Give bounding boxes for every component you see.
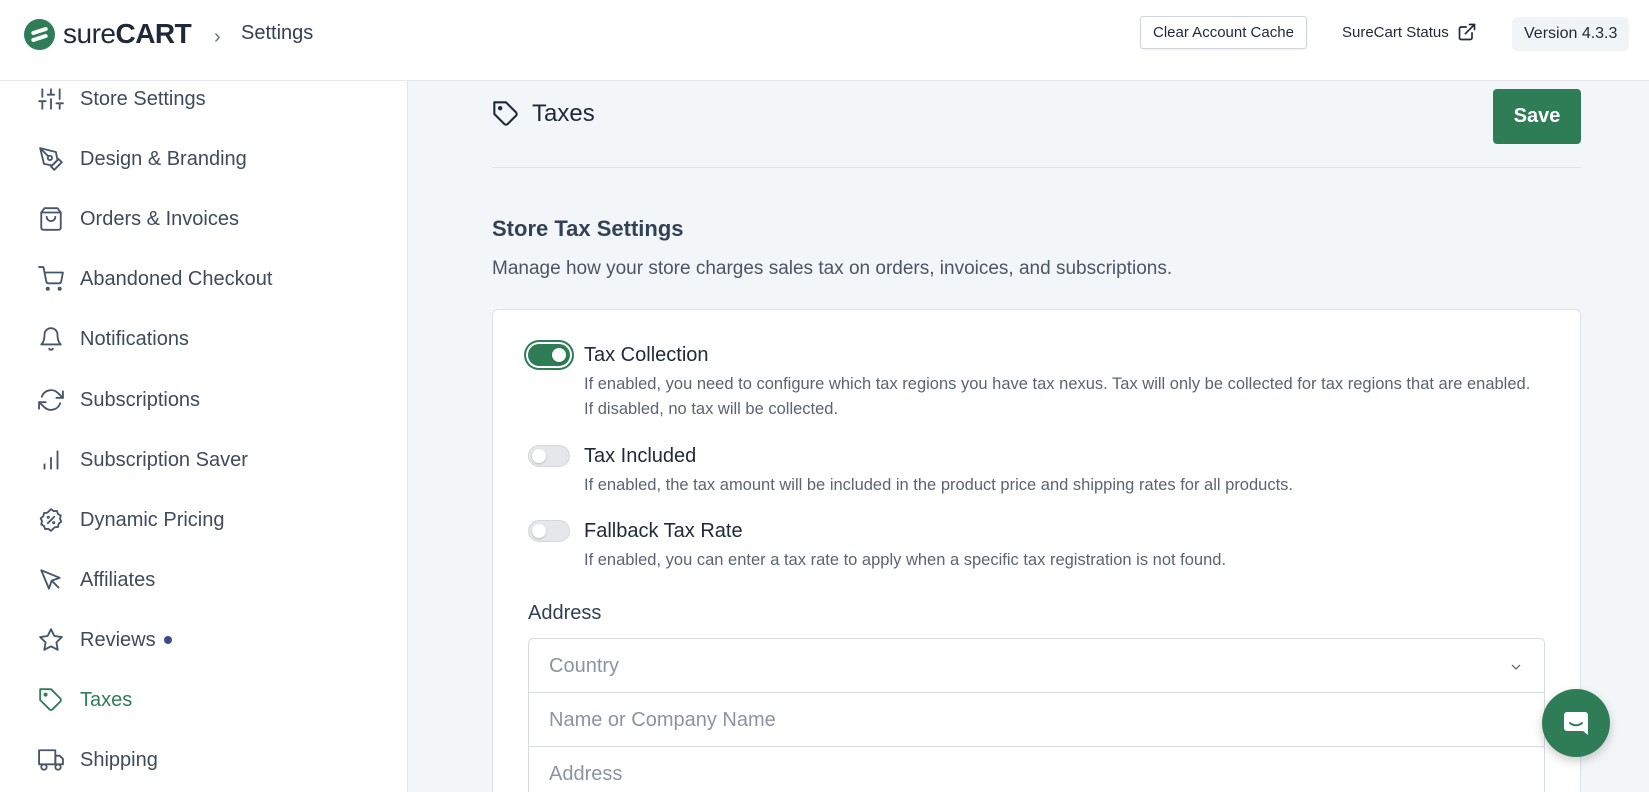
sidebar-item-label: Taxes [80, 688, 133, 711]
address-input[interactable]: Address [529, 747, 1544, 792]
sidebar-item-label: Dynamic Pricing [80, 508, 225, 531]
clear-account-cache-button[interactable]: Clear Account Cache [1140, 16, 1307, 49]
sidebar-item-affiliates[interactable]: Affiliates [38, 565, 155, 595]
setting-title: Tax Included [584, 445, 697, 467]
name-placeholder: Name or Company Name [549, 709, 776, 731]
brand-name: sureCART [63, 18, 192, 49]
shopping-cart-icon [38, 266, 64, 291]
percent-badge-icon [39, 508, 63, 532]
page-title: Taxes [532, 100, 595, 127]
fallback-tax-rate-toggle[interactable] [528, 520, 570, 542]
version-badge: Version 4.3.3 [1512, 17, 1630, 51]
sidebar-item-label: Orders & Invoices [80, 207, 239, 230]
sidebar-item-label: Design & Branding [80, 147, 247, 170]
sidebar-item-notifications[interactable]: Notifications [38, 324, 189, 354]
country-select[interactable]: Country [529, 639, 1544, 693]
star-icon [39, 628, 63, 651]
bell-icon [40, 327, 62, 351]
sidebar-item-label: Shipping [80, 748, 158, 771]
sidebar-item-subscriptions[interactable]: Subscriptions [38, 385, 200, 415]
section-description: Manage how your store charges sales tax … [492, 258, 1173, 279]
tag-icon [493, 101, 518, 126]
country-placeholder: Country [549, 655, 620, 677]
sidebar-item-store-settings[interactable]: Store Settings [38, 84, 206, 114]
sidebar-item-dynamic-pricing[interactable]: Dynamic Pricing [38, 505, 224, 535]
sidebar-item-label: Subscriptions [80, 388, 201, 411]
sidebar-item-label: Reviews [80, 628, 156, 651]
shopping-bag-icon [40, 207, 62, 231]
chat-bubble-icon [1564, 712, 1588, 735]
tag-icon [39, 688, 62, 711]
refresh-icon [38, 389, 64, 411]
name-company-input[interactable]: Name or Company Name [529, 693, 1544, 747]
save-button[interactable]: Save [1493, 89, 1581, 144]
sidebar-item-label: Subscription Saver [80, 448, 248, 471]
surecart-logo-icon [24, 18, 55, 50]
external-link-icon [1458, 23, 1476, 41]
cursor-icon [40, 569, 61, 590]
tax-settings-card: Tax Collection If enabled, you need to c… [492, 309, 1581, 792]
setting-title: Fallback Tax Rate [584, 520, 743, 542]
breadcrumb-current: Settings [241, 22, 314, 44]
chevron-down-icon [1511, 664, 1521, 670]
section-title: Store Tax Settings [492, 216, 684, 241]
sidebar-item-design-branding[interactable]: Design & Branding [38, 144, 247, 174]
header-divider [492, 167, 1581, 168]
top-header: sureCART › Settings Clear Account Cache … [0, 0, 1649, 81]
sidebar-item-label: Affiliates [80, 568, 156, 591]
sidebar-item-reviews[interactable]: Reviews [38, 625, 172, 655]
setting-description: If enabled, you can enter a tax rate to … [584, 551, 1227, 569]
sliders-icon [38, 88, 64, 110]
breadcrumb-separator-icon: › [214, 26, 221, 48]
tax-collection-toggle[interactable] [528, 344, 570, 366]
sidebar-item-orders-invoices[interactable]: Orders & Invoices [38, 204, 239, 234]
sidebar-item-taxes[interactable]: Taxes [38, 685, 132, 715]
pen-tool-icon [39, 147, 63, 171]
sidebar-item-label: Abandoned Checkout [80, 267, 273, 290]
new-indicator-dot [163, 636, 172, 644]
settings-sidebar: Store Settings Design & Branding Orders … [0, 81, 408, 792]
tax-included-toggle[interactable] [528, 445, 570, 467]
bar-chart-icon [43, 450, 59, 470]
surecart-logo[interactable]: sureCART [24, 18, 192, 50]
truck-icon [38, 749, 64, 771]
setting-description: If enabled, the tax amount will be inclu… [584, 476, 1294, 494]
sidebar-item-abandoned-checkout[interactable]: Abandoned Checkout [38, 264, 272, 294]
setting-title: Tax Collection [584, 344, 709, 366]
page-header: Taxes [492, 100, 595, 128]
setting-description: If enabled, you need to configure which … [584, 375, 1531, 418]
address-form: Country Name or Company Name Address [528, 638, 1545, 792]
sidebar-item-label: Store Settings [80, 87, 206, 110]
sidebar-item-shipping[interactable]: Shipping [38, 745, 158, 775]
address-label: Address [528, 602, 602, 624]
sidebar-item-subscription-saver[interactable]: Subscription Saver [38, 445, 248, 475]
surecart-status-link[interactable]: SureCart Status [1342, 22, 1477, 42]
chat-support-button[interactable] [1542, 689, 1610, 757]
sidebar-item-label: Notifications [80, 327, 189, 350]
address-placeholder: Address [549, 763, 623, 785]
status-link-label: SureCart Status [1342, 23, 1449, 41]
